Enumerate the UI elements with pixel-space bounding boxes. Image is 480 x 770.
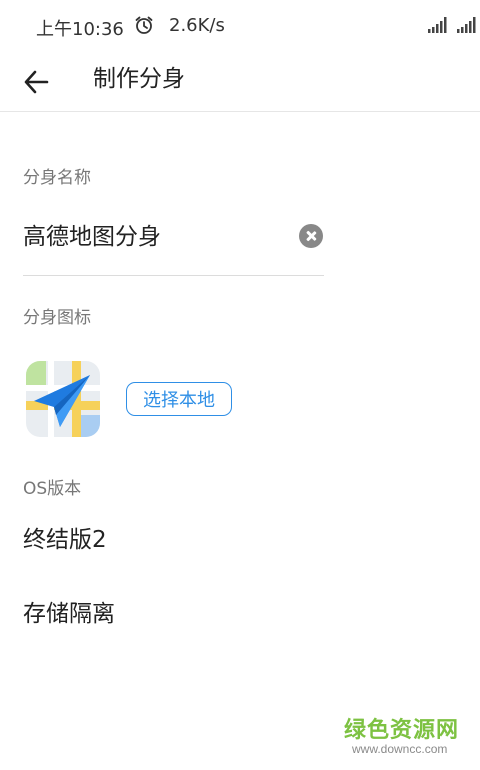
page-title: 制作分身	[93, 66, 185, 92]
alarm-clock-icon	[135, 16, 153, 34]
watermark-url: www.downcc.com	[352, 742, 448, 756]
name-field-underline	[23, 275, 324, 276]
signal-bars-icon	[457, 17, 476, 33]
arrow-left-icon	[24, 70, 49, 94]
status-bar: 上午10:36 2.6K/s	[0, 0, 480, 52]
signal-bars-icon	[428, 17, 447, 33]
clone-icon-label: 分身图标	[23, 308, 91, 328]
clone-name-field[interactable]: 高德地图分身	[23, 222, 253, 252]
choose-local-button[interactable]: 选择本地	[126, 382, 232, 416]
amap-paper-plane-icon[interactable]	[26, 361, 100, 437]
storage-isolation-option[interactable]: 存储隔离	[23, 599, 115, 629]
clone-name-label: 分身名称	[23, 168, 91, 188]
status-time: 上午10:36	[36, 19, 124, 40]
app-bar: 制作分身	[0, 52, 480, 112]
os-version-value[interactable]: 终结版2	[23, 525, 107, 555]
watermark-title: 绿色资源网	[344, 718, 460, 743]
os-version-label: OS版本	[23, 479, 82, 499]
network-speed: 2.6K/s	[169, 15, 225, 36]
clear-circle-icon[interactable]	[299, 224, 323, 248]
back-button[interactable]	[18, 64, 54, 100]
watermark: 绿色资源网 www.downcc.com	[344, 712, 464, 762]
make-clone-page: 上午10:36 2.6K/s 制作分身 分身名称 高德地图分身 分身图标 选择本…	[0, 0, 480, 770]
